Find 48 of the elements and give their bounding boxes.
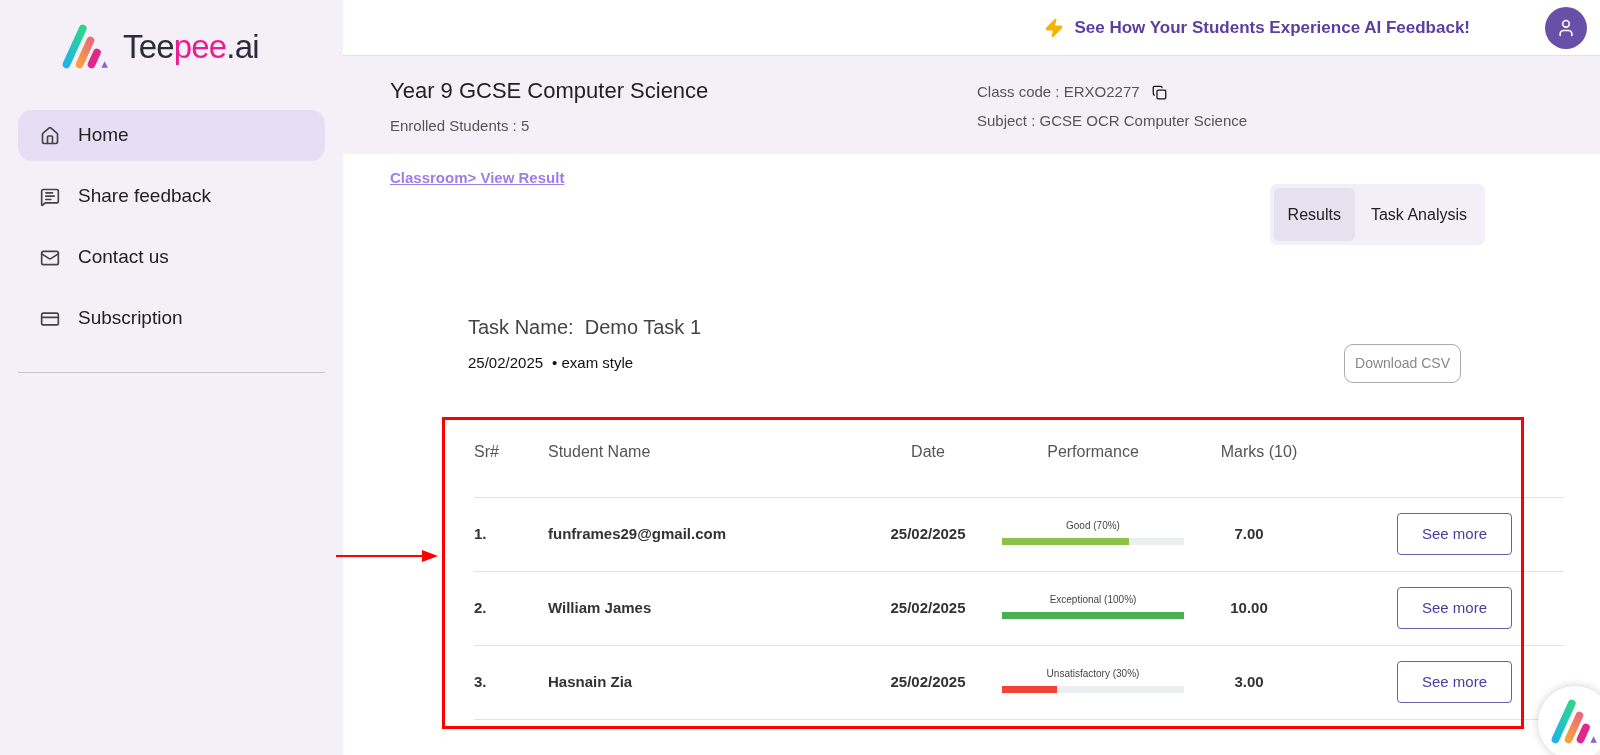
column-header: Performance (1047, 441, 1139, 462)
column-header: Marks (10) (1220, 441, 1298, 462)
sidebar-item[interactable]: Subscription (18, 293, 325, 344)
class-title: Year 9 GCSE Computer Science (390, 77, 710, 105)
task-type: • exam style (552, 353, 634, 373)
enrolled-count: Enrolled Students : 5 (390, 116, 531, 136)
table-cell-text: 1. (474, 523, 488, 544)
table-cell-text: 2. (474, 597, 488, 618)
copy-icon[interactable] (1151, 84, 1167, 100)
student-name: Hasnain Zia (548, 671, 634, 692)
class-code: Class code : ERXO2277 (977, 82, 1140, 102)
performance-label: Exceptional (100%) (1049, 592, 1137, 607)
logo-icon (61, 22, 109, 71)
table-cell-text: 3. (474, 671, 488, 692)
chat-launcher-button[interactable] (1538, 686, 1600, 755)
tab[interactable]: Results (1273, 188, 1355, 241)
task-name: Task Name: Demo Task 1 (468, 315, 702, 340)
table-cell-text: 25/02/2025 (890, 597, 966, 618)
column-header: Sr# (474, 441, 500, 462)
download-csv-button[interactable]: Download CSV (1344, 343, 1461, 383)
task-date: 25/02/2025 (468, 353, 544, 373)
student-name: funframes29@gmail.com (548, 523, 727, 544)
table-cell-text: 25/02/2025 (890, 523, 966, 544)
sidebar-item[interactable]: Share feedback (18, 171, 325, 222)
logo-text: Teepee.ai (123, 26, 259, 67)
table-cell-text: 25/02/2025 (890, 671, 966, 692)
chat-icon (40, 186, 60, 207)
lightning-icon (1044, 17, 1065, 38)
promo-link[interactable]: See How Your Students Experience AI Feedback! (1074, 14, 1470, 41)
logo-icon-small (1550, 698, 1598, 746)
see-more-button[interactable]: See more (1397, 661, 1512, 703)
home-icon (40, 125, 60, 146)
avatar-button[interactable] (1545, 6, 1587, 49)
tab[interactable]: Task Analysis (1356, 188, 1481, 241)
performance-label: Unsatisfactory (30%) (1046, 666, 1140, 681)
sidebar-item[interactable]: Contact us (18, 232, 325, 283)
table-cell-text: 3.00 (1234, 671, 1264, 692)
see-more-button[interactable]: See more (1397, 587, 1512, 629)
column-header: Date (911, 441, 945, 462)
student-name: William James (548, 597, 653, 618)
subject: Subject : GCSE OCR Computer Science (977, 110, 1248, 131)
user-icon (1556, 17, 1576, 38)
column-header: Student Name (548, 441, 652, 462)
see-more-button[interactable]: See more (1397, 513, 1512, 555)
sidebar-item[interactable]: Home (18, 110, 325, 161)
table-cell-text: 7.00 (1234, 523, 1264, 544)
performance-label: Good (70%) (1066, 518, 1120, 533)
table-cell-text: 10.00 (1230, 597, 1268, 618)
